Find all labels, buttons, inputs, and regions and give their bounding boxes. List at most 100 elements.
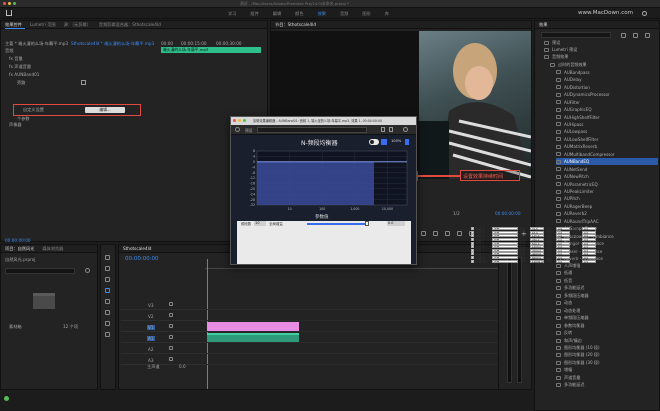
band-freq-field[interactable]: 16000.0 — [530, 259, 544, 264]
timeline-tab[interactable]: Sthotscale4ld — [123, 246, 151, 251]
master-value[interactable]: 0.0 — [179, 364, 186, 369]
effect-item[interactable]: AUNetSend — [556, 166, 587, 173]
power-icon[interactable] — [235, 127, 240, 132]
effects-title[interactable]: 效果 — [539, 22, 547, 28]
preset-dropdown[interactable] — [257, 127, 367, 133]
effect-item[interactable]: 图形均衡器 (30 段) — [556, 359, 600, 366]
step-back-icon[interactable] — [421, 231, 426, 236]
program-timecode[interactable]: 00:00:00:00 — [495, 211, 521, 216]
band-bw-field[interactable]: 0.5 — [582, 259, 596, 264]
fit-dropdown[interactable]: 1/2 — [453, 211, 460, 216]
yuv-icon[interactable] — [645, 33, 650, 38]
tab-source[interactable]: 源：（无剪辑） — [64, 22, 91, 28]
effect-item[interactable]: 音频效果 — [544, 54, 568, 61]
effect-item[interactable]: 参数均衡器 — [556, 322, 584, 329]
effect-item[interactable]: 多频段压缩器 — [556, 292, 589, 299]
save-preset-icon[interactable] — [381, 127, 385, 132]
workspace-tab-0[interactable]: 学习 — [228, 11, 236, 17]
effect-item[interactable]: 预设 — [544, 39, 560, 46]
effect-item[interactable]: AUBandpass — [556, 69, 590, 76]
razor-tool-icon[interactable] — [105, 288, 110, 293]
tab-audio-clip-mixer[interactable]: 音频剪辑混合器：Sthotscale4ld — [99, 22, 161, 28]
project-search[interactable] — [5, 268, 75, 274]
effect-item[interactable]: AUDynamicsProcessor — [556, 91, 610, 98]
eye-icon[interactable] — [169, 313, 173, 317]
effect-item[interactable]: 动态处理 — [556, 307, 580, 314]
ripple-edit-icon[interactable] — [105, 277, 110, 282]
effect-item[interactable]: 动态 — [556, 300, 572, 307]
effect-item[interactable]: AUParametricEQ — [556, 181, 598, 188]
accelerated-icon[interactable] — [621, 33, 626, 38]
eye-icon[interactable] — [169, 324, 173, 328]
close-dot-icon[interactable] — [3, 2, 6, 5]
effect-item[interactable]: AUHipass — [556, 121, 583, 128]
dialog-close-icon[interactable] — [233, 119, 236, 122]
effect-item[interactable]: 图形均衡器 (20 段) — [556, 352, 600, 359]
effect-item[interactable]: AUHighShelfFilter — [556, 114, 600, 121]
status-icon[interactable] — [4, 396, 9, 401]
global-gain-slider[interactable] — [307, 223, 367, 225]
sequence-clip-label[interactable]: Sthotscale4ld * 端火漫的么场-年幕平.mp3 — [71, 41, 154, 47]
track-lane[interactable] — [205, 344, 531, 354]
type-tool-icon[interactable] — [105, 332, 110, 337]
eye-icon[interactable] — [169, 302, 173, 306]
effect-item[interactable]: AULowpass — [556, 128, 587, 135]
panner-row[interactable]: 声像器 — [9, 122, 22, 128]
effect-item[interactable]: AULowShelfFilter — [556, 136, 598, 143]
effect-item[interactable]: 和声/镶边 — [556, 337, 582, 344]
track-lane[interactable] — [205, 311, 531, 321]
clip-bar[interactable]: 端火漫的么场-年幕平.mp3 — [161, 47, 261, 53]
effect-item[interactable]: AUReverb2 — [556, 210, 587, 217]
effect-item[interactable]: AUGraphicEQ — [556, 106, 592, 113]
track-header[interactable]: A1 — [121, 333, 205, 343]
fx-volume-row[interactable]: fx 音量 — [9, 56, 23, 62]
effect-item[interactable]: 多功能延迟 — [556, 285, 584, 292]
tab-effect-controls[interactable]: 效果控件 — [5, 22, 22, 28]
track-header[interactable]: V1 — [121, 322, 205, 332]
effect-item[interactable]: AURoundTripAAC — [556, 218, 599, 225]
min-dot-icon[interactable] — [8, 2, 11, 5]
zoom-stepper[interactable] — [405, 139, 409, 145]
pen-tool-icon[interactable] — [105, 310, 110, 315]
dialog-min-icon[interactable] — [238, 119, 241, 122]
track-lane[interactable] — [205, 355, 531, 365]
effect-item[interactable]: AUNewPitch — [556, 173, 589, 180]
effect-item[interactable]: 声道音量 — [556, 374, 580, 381]
workspace-tab-7[interactable]: 库 — [385, 11, 389, 17]
effect-item[interactable]: Lumetri 预设 — [544, 46, 577, 53]
effect-item[interactable]: AUMatrixReverb — [556, 143, 597, 150]
effect-controls-timecode[interactable]: 00:00:00:00 — [5, 238, 31, 243]
workspace-tab-5[interactable]: 音频 — [340, 11, 348, 17]
step-forward-icon[interactable] — [445, 231, 450, 236]
play-icon[interactable] — [433, 231, 438, 236]
workspace-tab-4[interactable]: 效果 — [318, 11, 326, 17]
fx-aunband-row[interactable]: fx AUNBand01 — [9, 72, 39, 77]
effect-item[interactable]: AUNBandEQ — [556, 158, 658, 166]
tab-media-browser[interactable]: 媒体浏览器 — [42, 246, 63, 252]
effect-item[interactable]: 增幅 — [556, 367, 572, 374]
settings-icon[interactable] — [403, 127, 408, 132]
program-title[interactable]: 节目：Sthotscale4ld — [275, 22, 316, 28]
effects-search[interactable] — [541, 32, 611, 38]
workspace-tab-6[interactable]: 图形 — [362, 11, 370, 17]
slip-tool-icon[interactable] — [105, 299, 110, 304]
hand-tool-icon[interactable] — [105, 321, 110, 326]
effect-item[interactable]: AUFilter — [556, 99, 580, 106]
32bit-icon[interactable] — [633, 33, 638, 38]
effect-item[interactable]: 图形均衡器 (10 段) — [556, 344, 600, 351]
export-frame-icon[interactable] — [457, 231, 462, 236]
search-icon[interactable] — [642, 11, 647, 16]
tab-lumetri-scopes[interactable]: Lumetri 范围 — [30, 22, 56, 28]
effect-item[interactable]: AUMultibandCompressor — [556, 151, 615, 158]
tab-project[interactable]: 项目：自然风光 — [5, 246, 34, 252]
eq-zoom[interactable]: 100% — [391, 139, 401, 143]
track-header[interactable]: V2 — [121, 311, 205, 321]
delete-preset-icon[interactable] — [389, 127, 393, 132]
band-count-field[interactable]: 10 — [254, 221, 267, 226]
max-dot-icon[interactable] — [13, 2, 16, 5]
mic-icon[interactable] — [169, 346, 173, 350]
effect-item[interactable]: 低音 — [556, 277, 572, 284]
a1-clip[interactable] — [207, 333, 299, 342]
band-gain-field[interactable]: 0.0 — [556, 259, 570, 264]
bypass-row[interactable]: 旁路 — [17, 80, 25, 86]
